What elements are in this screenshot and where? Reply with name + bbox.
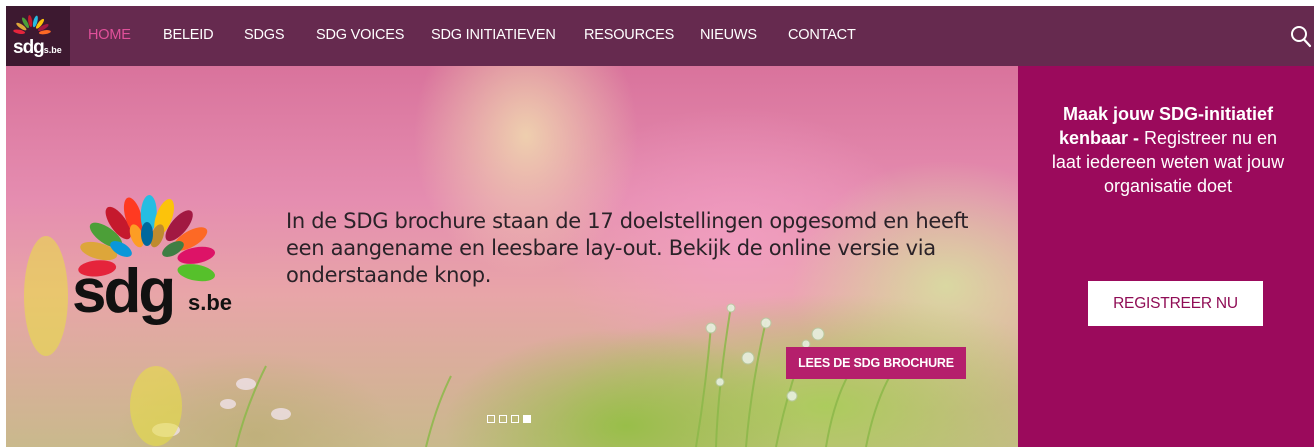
sdg-petals-icon: [13, 15, 51, 35]
slider-dot-3[interactable]: [511, 415, 519, 423]
top-navigation: sdgs.be HOME BELEID SDGS SDG VOICES SDG …: [6, 6, 1314, 66]
search-icon[interactable]: [1290, 24, 1312, 48]
slider-dot-1[interactable]: [487, 415, 495, 423]
register-panel: Maak jouw SDG-initiatief kenbaar - Regis…: [1018, 66, 1314, 447]
logo-wordmark: sdgs.be: [13, 37, 62, 58]
hero-slider: sdg s.be In de SDG brochure staan de 17 …: [6, 66, 1018, 447]
nav-item-sdg-initiatieven[interactable]: SDG INITIATIEVEN: [431, 27, 556, 43]
sdg-flower-logo-icon: sdg s.be: [72, 195, 232, 326]
hero-description: In de SDG brochure staan de 17 doelstell…: [286, 209, 969, 287]
read-brochure-button[interactable]: LEES DE SDG BROCHURE: [786, 347, 966, 379]
nav-item-resources[interactable]: RESOURCES: [584, 27, 674, 43]
register-now-button[interactable]: REGISTREER NU: [1088, 281, 1263, 326]
nav-item-nieuws[interactable]: NIEUWS: [700, 27, 757, 43]
nav-item-beleid[interactable]: BELEID: [163, 27, 214, 43]
hero-logo-wordmark: sdg: [72, 257, 173, 326]
slider-dot-2[interactable]: [499, 415, 507, 423]
nav-item-sdgs[interactable]: SDGS: [244, 27, 284, 43]
hero-logo-suffix: s.be: [188, 290, 232, 315]
nav-item-contact[interactable]: CONTACT: [788, 27, 856, 43]
nav-item-sdg-voices[interactable]: SDG VOICES: [316, 27, 404, 43]
site-logo[interactable]: sdgs.be: [6, 6, 70, 66]
hero-sdg-logo: sdg s.be: [62, 174, 262, 359]
register-panel-text: Maak jouw SDG-initiatief kenbaar - Regis…: [1046, 102, 1290, 198]
slider-pagination: [487, 415, 531, 423]
slider-dot-4[interactable]: [523, 415, 531, 423]
nav-item-home[interactable]: HOME: [88, 27, 131, 43]
page: sdgs.be HOME BELEID SDGS SDG VOICES SDG …: [6, 6, 1314, 447]
